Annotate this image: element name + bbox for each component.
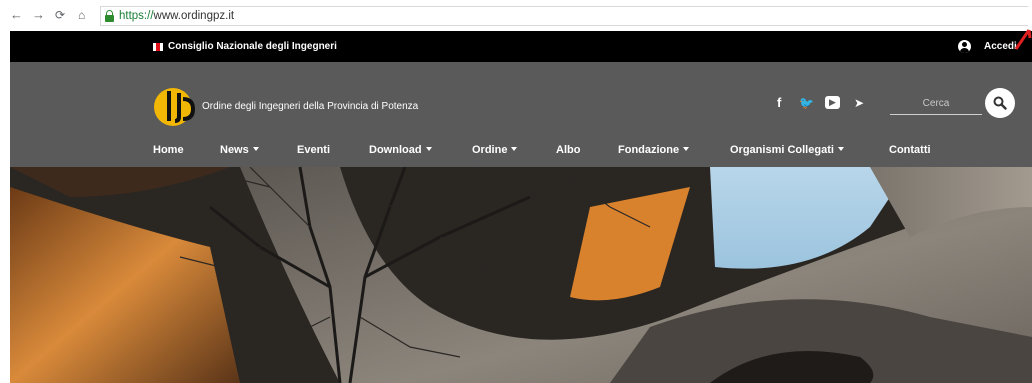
site-logo[interactable] [153,87,199,127]
nav-ordine[interactable]: Ordine [472,143,518,157]
chevron-down-icon [683,147,690,151]
nav-news[interactable]: News [220,143,259,157]
flag-stripe [159,43,163,51]
nav-eventi[interactable]: Eventi [297,143,330,157]
nav-fondazione[interactable]: Fondazione [618,143,690,157]
search-icon [993,96,1007,110]
search-button[interactable] [985,88,1015,118]
cni-link[interactable]: Consiglio Nazionale degli Ingegneri [168,40,337,54]
nav-home[interactable]: Home [153,143,184,157]
chevron-down-icon [252,147,259,151]
nav-organismi-collegati[interactable]: Organismi Collegati [730,143,844,157]
arrow-right-icon[interactable]: → [32,7,45,23]
arrow-left-icon[interactable]: ← [10,7,23,23]
user-icon[interactable] [958,40,971,53]
telegram-icon[interactable]: ➤ [854,95,864,111]
nav-download[interactable]: Download [369,143,432,157]
hero-image [10,167,1032,383]
address-bar[interactable]: https://www.ordingpz.it [100,6,1028,26]
twitter-icon[interactable]: 🐦 [799,95,814,111]
italian-flag-icon [153,43,163,51]
reload-icon[interactable]: ⟳ [55,7,65,23]
chevron-down-icon [837,147,844,151]
annotation-arrow-icon [1014,29,1032,50]
nav-contatti[interactable]: Contatti [889,143,931,157]
home-icon[interactable]: ⌂ [78,7,85,23]
chevron-down-icon [425,147,432,151]
youtube-icon[interactable]: ▶ [825,96,840,109]
hero-illustration [10,167,1032,383]
top-strip: Consiglio Nazionale degli Ingegneri Acce… [10,31,1032,62]
nav-albo[interactable]: Albo [556,143,580,157]
lock-icon [105,9,114,22]
search-input[interactable] [890,93,982,115]
site-header: Ordine degli Ingegneri della Provincia d… [10,62,1032,167]
browser-toolbar: ← → ⟳ ⌂ https://www.ordingpz.it [0,0,1032,31]
org-name[interactable]: Ordine degli Ingegneri della Provincia d… [202,100,418,114]
url-text: https://www.ordingpz.it [119,10,235,22]
facebook-icon[interactable]: f [777,95,781,111]
chevron-down-icon [511,147,518,151]
